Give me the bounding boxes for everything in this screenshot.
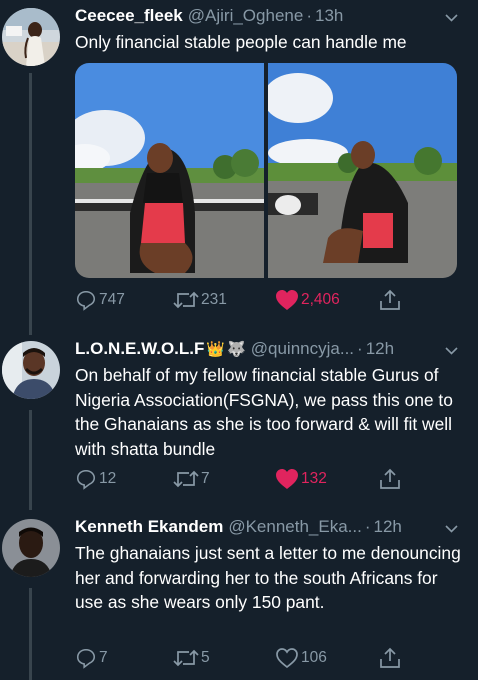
photo-right[interactable]: [268, 63, 457, 278]
reply-icon: [76, 648, 96, 669]
share-icon: [380, 289, 400, 310]
share-button[interactable]: [378, 287, 404, 313]
tweet-header: Kenneth Ekandem @Kenneth_Eka... · 12h: [75, 517, 402, 537]
reply-icon: [76, 290, 96, 311]
heart-filled-icon: [276, 469, 298, 489]
share-button[interactable]: [378, 645, 404, 671]
like-button[interactable]: 106: [275, 645, 327, 671]
avatar[interactable]: [2, 341, 60, 399]
tweet-text: On behalf of my fellow financial stable …: [75, 365, 453, 459]
reply-count: 12: [99, 470, 117, 487]
like-count: 132: [301, 470, 327, 487]
man-avatar-icon: [2, 519, 60, 577]
tweet-actions: 12 7 132: [75, 466, 470, 492]
tweet-header: L.O.N.E.W.O.L.F 👑 🐺 @quinncyja... · 12h: [75, 339, 394, 359]
photo-image: [75, 63, 264, 278]
user-handle[interactable]: @Ajiri_Oghene: [188, 6, 304, 26]
retweet-count: 231: [201, 291, 227, 308]
tweet[interactable]: Kenneth Ekandem @Kenneth_Eka... · 12h Th…: [0, 513, 478, 680]
retweet-icon: [173, 649, 199, 667]
like-count: 106: [301, 649, 327, 666]
chevron-down-icon[interactable]: [445, 11, 458, 24]
tweet[interactable]: Ceecee_fleek @Ajiri_Oghene · 13h Only fi…: [0, 0, 478, 325]
retweet-button[interactable]: 231: [173, 287, 227, 313]
reply-button[interactable]: 7: [75, 645, 108, 671]
avatar[interactable]: [2, 519, 60, 577]
display-name[interactable]: L.O.N.E.W.O.L.F: [75, 339, 204, 359]
reply-count: 747: [99, 291, 125, 308]
retweet-count: 7: [201, 470, 210, 487]
photo-image: [268, 63, 457, 278]
photo-left[interactable]: [75, 63, 264, 278]
tweet-media[interactable]: [75, 63, 457, 278]
separator-dot: ·: [306, 6, 312, 25]
chevron-down-icon[interactable]: [445, 522, 458, 535]
timestamp[interactable]: 12h: [374, 517, 402, 537]
avatar[interactable]: [2, 8, 60, 66]
tweet-text: The ghanaians just sent a letter to me d…: [75, 543, 461, 612]
display-name[interactable]: Ceecee_fleek: [75, 6, 183, 26]
reply-count: 7: [99, 649, 108, 666]
man-avatar-icon: [2, 341, 60, 399]
tweet-header: Ceecee_fleek @Ajiri_Oghene · 13h: [75, 6, 343, 26]
user-handle[interactable]: @quinncyja...: [251, 339, 354, 359]
tweet[interactable]: L.O.N.E.W.O.L.F 👑 🐺 @quinncyja... · 12h …: [0, 335, 478, 500]
timestamp[interactable]: 12h: [366, 339, 394, 359]
share-button[interactable]: [378, 466, 404, 492]
woman-avatar-icon: [2, 8, 60, 66]
timestamp[interactable]: 13h: [315, 6, 343, 26]
chevron-down-icon[interactable]: [445, 344, 458, 357]
tweet-actions: 7 5 106: [75, 645, 470, 671]
reply-button[interactable]: 12: [75, 466, 116, 492]
display-name[interactable]: Kenneth Ekandem: [75, 517, 223, 537]
like-count: 2,406: [301, 291, 340, 308]
reply-button[interactable]: 747: [75, 287, 125, 313]
retweet-icon: [173, 291, 199, 309]
retweet-count: 5: [201, 649, 210, 666]
separator-dot: ·: [364, 517, 371, 536]
like-button[interactable]: 2,406: [275, 287, 340, 313]
heart-outline-icon: [276, 648, 298, 669]
user-handle[interactable]: @Kenneth_Eka...: [228, 517, 362, 537]
wolf-emoji: 🐺: [227, 341, 246, 358]
crown-emoji: 👑: [206, 341, 226, 358]
share-icon: [380, 647, 400, 668]
reply-icon: [76, 469, 96, 490]
share-icon: [380, 468, 400, 489]
retweet-button[interactable]: 5: [173, 645, 210, 671]
separator-dot: ·: [357, 339, 363, 358]
heart-filled-icon: [276, 290, 298, 310]
retweet-icon: [173, 470, 199, 488]
retweet-button[interactable]: 7: [173, 466, 210, 492]
tweet-actions: 747 231 2,406: [75, 287, 470, 313]
tweet-text: Only financial stable people can handle …: [75, 32, 407, 52]
like-button[interactable]: 132: [275, 466, 327, 492]
